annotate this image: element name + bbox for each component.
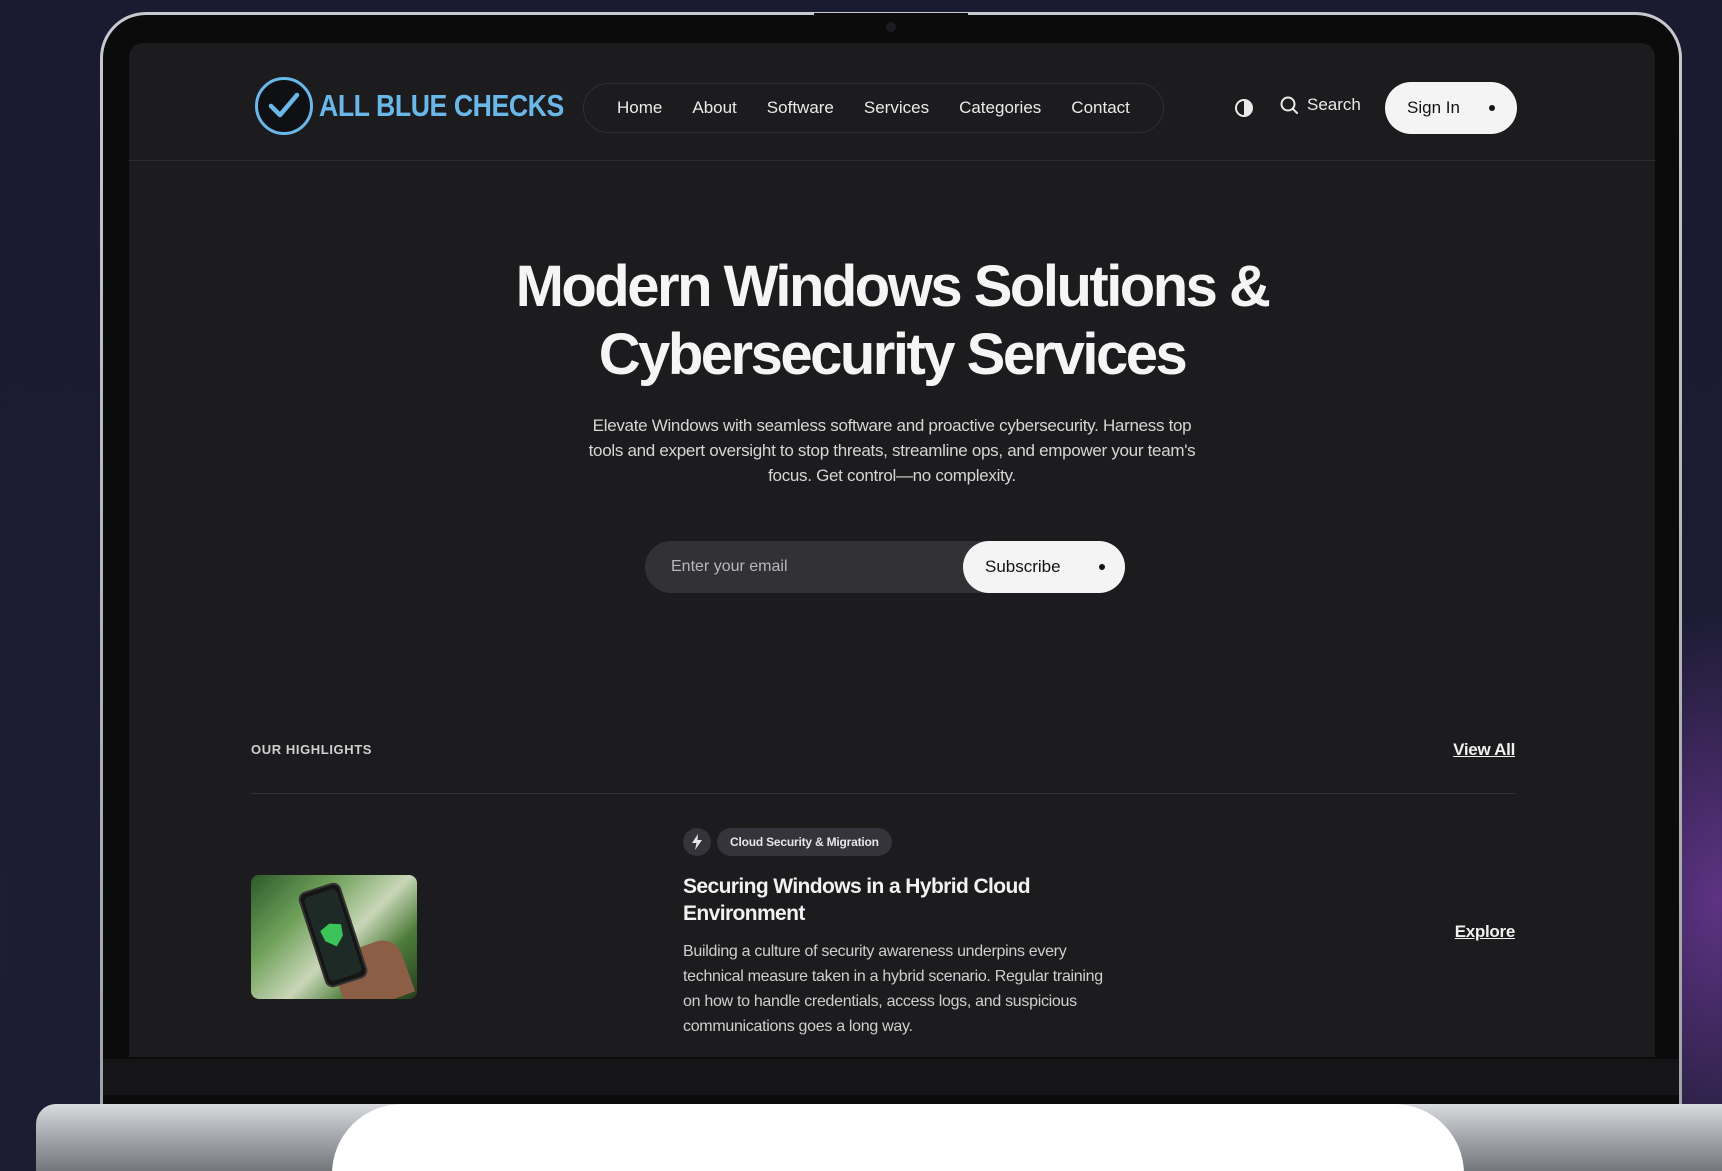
checkmark-icon <box>255 77 313 135</box>
base-highlight <box>332 1104 1464 1171</box>
view-all-link[interactable]: View All <box>1453 740 1515 760</box>
contrast-icon[interactable] <box>1234 98 1254 118</box>
nav-services[interactable]: Services <box>864 98 929 118</box>
hero-title-line2: Cybersecurity Services <box>598 322 1188 387</box>
phone-screen <box>303 887 363 983</box>
phone-image <box>296 880 370 990</box>
email-input[interactable] <box>645 541 965 593</box>
article-description: Building a culture of security awareness… <box>683 943 1103 1035</box>
main-nav: Home About Software Services Categories … <box>583 83 1164 133</box>
sign-in-label: Sign In <box>1407 98 1460 117</box>
nav-software[interactable]: Software <box>767 98 834 118</box>
nav-about[interactable]: About <box>692 98 736 118</box>
divider <box>251 793 1515 794</box>
shield-icon <box>319 920 347 950</box>
lightning-icon <box>683 828 711 856</box>
camera-notch <box>814 13 968 43</box>
website-screen: ALL BLUE CHECKS Home About Software Serv… <box>129 43 1655 1057</box>
nav-contact[interactable]: Contact <box>1071 98 1130 118</box>
brand-logo[interactable]: ALL BLUE CHECKS <box>255 77 604 135</box>
search-label: Search <box>1307 95 1361 114</box>
category-badge[interactable]: Cloud Security & Migration <box>717 828 892 856</box>
dot-icon <box>1489 105 1495 111</box>
hero-title: Modern Windows Solutions & Cybersecurity… <box>129 253 1655 389</box>
search-icon <box>1280 96 1298 114</box>
article-title[interactable]: Securing Windows in a Hybrid Cloud Envir… <box>683 873 1103 927</box>
subscribe-form: Subscribe <box>645 541 1125 593</box>
laptop-lid: ALL BLUE CHECKS Home About Software Serv… <box>100 12 1682 1152</box>
highlights-label: OUR HIGHLIGHTS <box>251 742 373 757</box>
site-header: ALL BLUE CHECKS Home About Software Serv… <box>129 43 1655 161</box>
subscribe-label: Subscribe <box>985 557 1061 576</box>
article-thumbnail[interactable] <box>251 875 417 999</box>
nav-categories[interactable]: Categories <box>959 98 1041 118</box>
sign-in-button[interactable]: Sign In <box>1385 82 1517 134</box>
hero-title-line1: Modern Windows Solutions & <box>515 254 1271 319</box>
explore-link[interactable]: Explore <box>1455 922 1516 942</box>
dot-icon <box>1099 564 1105 570</box>
laptop-bezel: ALL BLUE CHECKS Home About Software Serv… <box>103 13 1679 1149</box>
hero-description: Elevate Windows with seamless software a… <box>588 416 1196 485</box>
nav-home[interactable]: Home <box>617 98 662 118</box>
subscribe-button[interactable]: Subscribe <box>963 541 1125 593</box>
bottom-bezel <box>103 1059 1679 1095</box>
camera-icon <box>886 22 896 32</box>
brand-name: ALL BLUE CHECKS <box>319 88 564 123</box>
search-button[interactable]: Search <box>1279 95 1361 115</box>
